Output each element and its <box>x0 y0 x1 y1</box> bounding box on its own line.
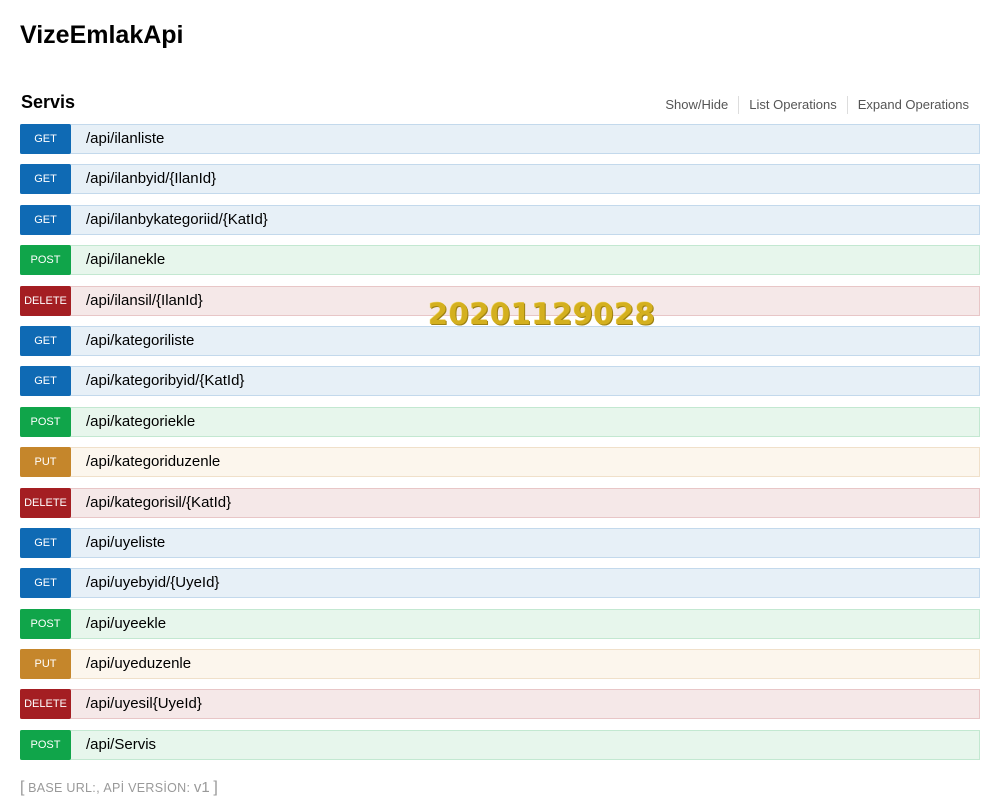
method-badge-get[interactable]: GET <box>20 325 71 356</box>
footer-open-bracket: [ <box>20 779 25 796</box>
endpoint-row[interactable]: PUT /api/kategoriduzenle <box>20 447 980 478</box>
endpoint-row[interactable]: POST /api/Servis <box>20 729 980 760</box>
method-badge-post[interactable]: POST <box>20 608 71 639</box>
endpoint-row[interactable]: PUT /api/uyeduzenle <box>20 649 980 680</box>
endpoint-row[interactable]: POST /api/ilanekle <box>20 245 980 276</box>
endpoint-row[interactable]: GET /api/ilanbyid/{IlanId} <box>20 164 980 195</box>
endpoint-row[interactable]: GET /api/uyebyid/{UyeId} <box>20 568 980 599</box>
method-badge-delete[interactable]: DELETE <box>20 487 71 518</box>
endpoint-row[interactable]: POST /api/uyeekle <box>20 608 980 639</box>
endpoint-row[interactable]: DELETE /api/uyesil{UyeId} <box>20 689 980 720</box>
api-info-footer: [ BASE URL:, APİ VERSİON: v1 ] <box>20 778 218 798</box>
endpoint-path[interactable]: /api/kategorisil/{KatId} <box>86 489 231 516</box>
endpoint-path[interactable]: /api/ilansil/{IlanId} <box>86 287 203 314</box>
api-version-label: APİ VERSİON: <box>103 781 191 795</box>
endpoint-path[interactable]: /api/kategoriekle <box>86 408 195 435</box>
list-operations-link[interactable]: List Operations <box>738 96 846 114</box>
method-badge-delete[interactable]: DELETE <box>20 285 71 316</box>
endpoint-row[interactable]: GET /api/ilanbykategoriid/{KatId} <box>20 204 980 235</box>
endpoint-path[interactable]: /api/ilanekle <box>86 246 165 273</box>
endpoint-row[interactable]: DELETE /api/ilansil/{IlanId} <box>20 285 980 316</box>
method-badge-get[interactable]: GET <box>20 204 71 235</box>
method-badge-post[interactable]: POST <box>20 406 71 437</box>
endpoint-path[interactable]: /api/uyeliste <box>86 529 165 556</box>
method-badge-put[interactable]: PUT <box>20 447 71 478</box>
method-badge-get[interactable]: GET <box>20 568 71 599</box>
method-badge-get[interactable]: GET <box>20 527 71 558</box>
expand-operations-link[interactable]: Expand Operations <box>846 96 969 114</box>
show-hide-link[interactable]: Show/Hide <box>655 96 738 114</box>
base-url-label: BASE URL: <box>28 781 97 795</box>
method-badge-put[interactable]: PUT <box>20 649 71 680</box>
endpoint-path[interactable]: /api/ilanbykategoriid/{KatId} <box>86 206 268 233</box>
endpoint-path[interactable]: /api/Servis <box>86 731 156 758</box>
endpoint-path[interactable]: /api/uyesil{UyeId} <box>86 690 202 717</box>
endpoint-path[interactable]: /api/uyeekle <box>86 610 166 637</box>
resource-header: Servis Show/Hide List Operations Expand … <box>21 88 979 118</box>
endpoint-path[interactable]: /api/ilanbyid/{IlanId} <box>86 165 216 192</box>
endpoint-row[interactable]: GET /api/uyeliste <box>20 527 980 558</box>
endpoint-path[interactable]: /api/uyebyid/{UyeId} <box>86 569 219 596</box>
app-title: VizeEmlakApi <box>20 21 184 49</box>
endpoint-path[interactable]: /api/kategoriduzenle <box>86 448 220 475</box>
endpoint-path[interactable]: /api/ilanliste <box>86 125 164 152</box>
endpoint-row[interactable]: GET /api/ilanliste <box>20 124 980 154</box>
endpoint-row[interactable]: DELETE /api/kategorisil/{KatId} <box>20 487 980 518</box>
endpoint-row[interactable]: GET /api/kategoriliste <box>20 325 980 356</box>
method-badge-get[interactable]: GET <box>20 366 71 397</box>
method-badge-delete[interactable]: DELETE <box>20 689 71 720</box>
endpoint-row[interactable]: GET /api/kategoribyid/{KatId} <box>20 366 980 397</box>
endpoint-path[interactable]: /api/kategoriliste <box>86 327 194 354</box>
endpoint-path[interactable]: /api/kategoribyid/{KatId} <box>86 367 244 394</box>
resource-options: Show/Hide List Operations Expand Operati… <box>655 96 969 114</box>
footer-close-bracket: ] <box>213 779 218 796</box>
method-badge-get[interactable]: GET <box>20 124 71 154</box>
endpoint-row[interactable]: POST /api/kategoriekle <box>20 406 980 437</box>
method-badge-post[interactable]: POST <box>20 729 71 760</box>
endpoint-path[interactable]: /api/uyeduzenle <box>86 650 191 677</box>
method-badge-post[interactable]: POST <box>20 245 71 276</box>
api-version-value: v1 <box>193 779 210 796</box>
endpoint-list: GET /api/ilanliste GET /api/ilanbyid/{Il… <box>20 124 980 770</box>
resource-name[interactable]: Servis <box>21 90 75 114</box>
method-badge-get[interactable]: GET <box>20 164 71 195</box>
